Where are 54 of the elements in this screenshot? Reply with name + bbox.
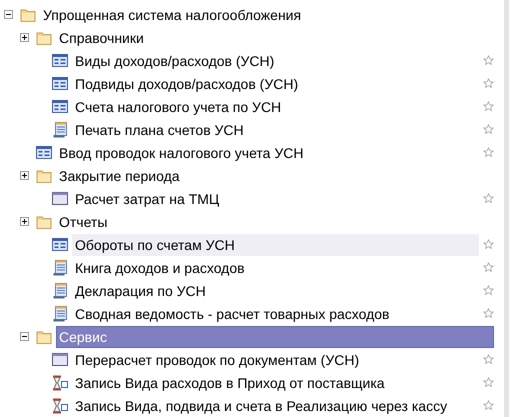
expand-toggle-icon[interactable] [20, 332, 29, 341]
window-icon [52, 192, 68, 205]
star-icon[interactable] [483, 400, 494, 411]
tree-item[interactable]: Печать плана счетов УСН [72, 118, 479, 140]
tree-item[interactable]: Ввод проводок налогового учета УСН [56, 142, 479, 164]
star-icon[interactable] [483, 308, 494, 319]
star-icon[interactable] [483, 239, 494, 250]
tree-item[interactable]: Запись Вида расходов в Приход от поставщика [72, 372, 479, 394]
tree-item[interactable]: Подвиды доходов/расходов (УСН) [72, 72, 479, 94]
star-icon[interactable] [483, 101, 494, 112]
document-icon [52, 122, 68, 138]
star-icon[interactable] [483, 285, 494, 296]
table-icon [52, 54, 68, 67]
document-icon [52, 260, 68, 276]
tree-item[interactable]: Сводная ведомость - расчет товарных расходов [72, 302, 479, 324]
tree-item[interactable]: Запись Вида, подвида и счета в Реализацию через кассу [72, 394, 479, 416]
tree-item[interactable]: Виды доходов/расходов (УСН) [72, 50, 479, 72]
folder-icon [36, 214, 52, 228]
window-icon [52, 353, 68, 366]
star-icon[interactable] [483, 78, 494, 89]
expand-toggle-icon[interactable] [4, 10, 13, 19]
document-icon [52, 282, 68, 298]
tree-item[interactable]: Перерасчет проводок по документам (УСН) [72, 348, 479, 370]
folder-icon [36, 330, 52, 344]
tree-item[interactable]: Обороты по счетам УСН [72, 234, 479, 256]
tree-item[interactable]: Упрощенная система налогообложения [40, 4, 494, 26]
tree-item[interactable]: Справочники [56, 26, 494, 48]
document-icon [52, 306, 68, 322]
tree-item[interactable]: Счета налогового учета по УСН [72, 96, 479, 118]
expand-toggle-icon[interactable] [20, 217, 29, 226]
expand-toggle-icon[interactable] [20, 33, 29, 42]
expand-toggle-icon[interactable] [20, 171, 29, 180]
table-icon [52, 100, 68, 113]
star-icon[interactable] [483, 354, 494, 365]
tree-item[interactable]: Закрытие периода [56, 164, 494, 186]
star-icon[interactable] [483, 55, 494, 66]
hourglass-icon [52, 374, 68, 390]
hourglass-icon [52, 398, 68, 414]
table-icon [52, 238, 68, 251]
tree-item[interactable]: Отчеты [56, 210, 494, 232]
tree-item[interactable]: Книга доходов и расходов [72, 256, 479, 278]
folder-icon [20, 8, 36, 22]
star-icon[interactable] [483, 124, 494, 135]
tree-item[interactable]: Сервис [56, 326, 494, 348]
table-icon [52, 77, 68, 90]
table-icon [36, 146, 52, 159]
star-icon[interactable] [483, 147, 494, 158]
star-icon[interactable] [483, 193, 494, 204]
star-icon[interactable] [483, 377, 494, 388]
folder-icon [36, 30, 52, 44]
folder-icon [36, 168, 52, 182]
tree-item[interactable]: Расчет затрат на ТМЦ [72, 188, 479, 210]
tree-item[interactable]: Декларация по УСН [72, 280, 479, 302]
star-icon[interactable] [483, 262, 494, 273]
